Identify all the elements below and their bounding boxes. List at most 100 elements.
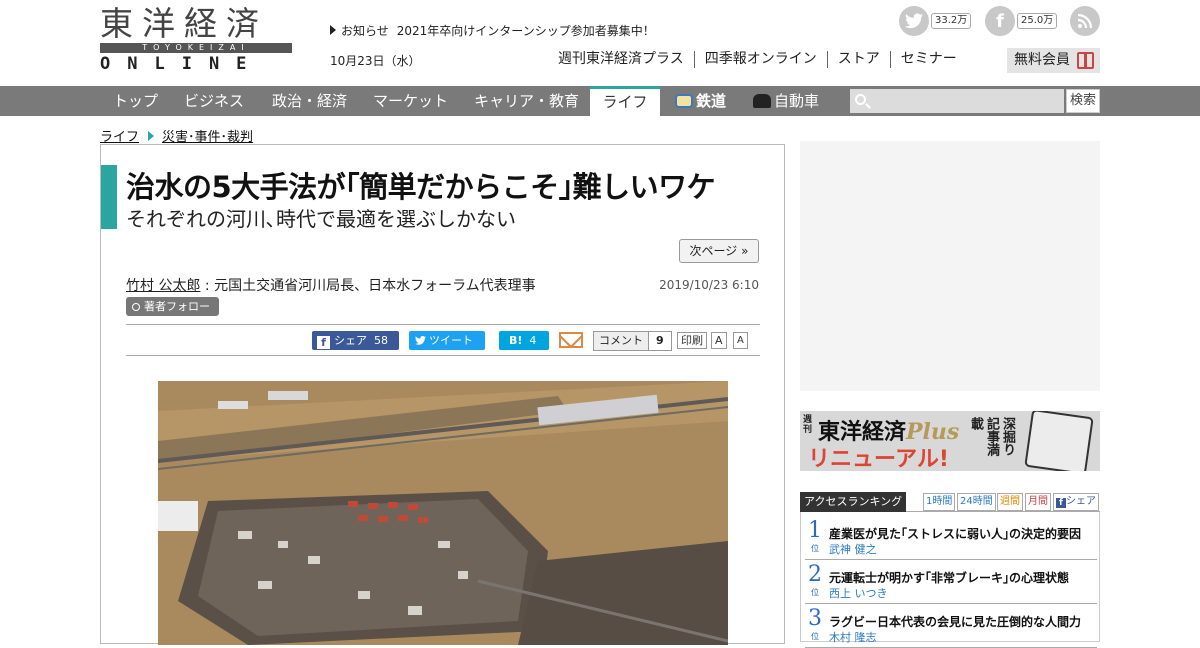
- banner-weekly-label: 週刊: [803, 415, 813, 435]
- ranking-tab-week[interactable]: 週間: [997, 493, 1023, 511]
- search-input[interactable]: [850, 89, 1064, 113]
- nav-railway-label: 鉄道: [696, 92, 727, 110]
- rss-icon[interactable]: [1070, 6, 1100, 36]
- ranking-title: アクセスランキング: [800, 492, 906, 512]
- hatena-count: 4: [529, 334, 537, 347]
- triangle-right-icon: [330, 25, 336, 35]
- member-label: 無料会員: [1014, 52, 1070, 68]
- facebook-icon[interactable]: f: [985, 6, 1015, 36]
- tweet-button[interactable]: ツイート: [409, 331, 485, 350]
- gift-icon: [1077, 52, 1094, 69]
- hatena-bookmark-button[interactable]: B! 4: [499, 331, 549, 350]
- notice-text[interactable]: 2021年卒向けインターンシップ参加者募集中！: [397, 24, 655, 38]
- current-date: 10月23日（水）: [330, 54, 421, 68]
- rank-unit: 位: [811, 632, 819, 641]
- nav-career-education[interactable]: キャリア・教育: [474, 86, 579, 116]
- font-size-small-button[interactable]: A: [733, 332, 748, 349]
- nav-automobile-label: 自動車: [774, 92, 820, 110]
- rank-title[interactable]: ラグビー日本代表の会見に見た圧倒的な人間力: [829, 613, 1081, 630]
- comment-label: コメント: [594, 332, 648, 350]
- ad-slot: [800, 141, 1100, 391]
- car-icon: [753, 94, 771, 108]
- article-subtitle: それぞれの河川､時代で最適を選ぶしかない: [126, 207, 516, 231]
- print-button[interactable]: 印刷: [677, 332, 707, 349]
- share-bar: f シェア 58 ツイート B! 4 コメント 9 印刷 A A: [126, 324, 760, 356]
- subnav-seminar[interactable]: セミナー: [889, 51, 967, 68]
- nav-automobile[interactable]: 自動車: [753, 86, 819, 116]
- nav-politics-economy[interactable]: 政治・経済: [272, 86, 347, 116]
- facebook-follow[interactable]: f 25.0万: [985, 6, 1058, 36]
- header-subnav: 週刊東洋経済プラス 四季報オンライン ストア セミナー: [558, 51, 967, 68]
- person-plus-icon: [132, 303, 140, 311]
- author-line: 竹村 公太郎 : 元国土交通省河川局長、日本水フォーラム代表理事: [126, 275, 536, 295]
- ranking-item[interactable]: 2 位 元運転士が明かす｢非常ブレーキ｣の心理状態 西上 いつき: [805, 560, 1097, 604]
- facebook-share-button[interactable]: f シェア 58: [312, 331, 399, 350]
- breadcrumb-arrow-icon: [148, 131, 155, 141]
- ranking-header: アクセスランキング 1時間 24時間 週間 月間 f シェア: [800, 492, 1100, 512]
- twitter-icon[interactable]: [899, 6, 929, 36]
- facebook-share-label: シェア: [334, 334, 367, 347]
- rss-follow[interactable]: [1070, 6, 1100, 36]
- twitter-bird-icon: [415, 334, 426, 347]
- banner-renewal: リニューアル!: [808, 447, 949, 471]
- logo-romaji-bar: TOYOKEIZAI: [100, 43, 292, 53]
- rank-author[interactable]: 西上 いつき: [829, 585, 888, 601]
- search-icon: [855, 94, 866, 105]
- mail-icon[interactable]: [559, 332, 583, 348]
- facebook-count: 25.0万: [1017, 13, 1058, 29]
- subnav-store[interactable]: ストア: [826, 51, 890, 68]
- nav-top[interactable]: トップ: [113, 86, 158, 116]
- author-title: : 元国土交通省河川局長、日本水フォーラム代表理事: [200, 278, 536, 294]
- ranking-item[interactable]: 3 位 ラグビー日本代表の会見に見た圧倒的な人間力 木村 隆志: [805, 604, 1097, 648]
- facebook-icon: f: [317, 336, 330, 349]
- ranking-tab-1h[interactable]: 1時間: [923, 493, 956, 511]
- nav-railway[interactable]: 鉄道: [675, 86, 726, 116]
- train-icon: [675, 94, 693, 108]
- search-button[interactable]: 検索: [1066, 89, 1100, 113]
- article-box: 治水の5大手法が｢簡単だからこそ｣難しいワケ それぞれの河川､時代で最適を選ぶし…: [100, 144, 785, 645]
- ranking-tab-24h[interactable]: 24時間: [957, 493, 996, 511]
- twitter-follow[interactable]: 33.2万: [899, 6, 972, 36]
- rank-title[interactable]: 元運転士が明かす｢非常ブレーキ｣の心理状態: [829, 569, 1069, 586]
- notice-banner[interactable]: お知らせ 2021年卒向けインターンシップ参加者募集中！: [330, 22, 655, 39]
- rank-number: 3: [808, 606, 822, 631]
- facebook-share-count: 58: [374, 334, 388, 347]
- author-follow-button[interactable]: 著者フォロー: [126, 297, 219, 316]
- rank-unit: 位: [811, 544, 819, 553]
- breadcrumb: ライフ 災害･事件･裁判: [100, 126, 253, 145]
- free-member-button[interactable]: 無料会員: [1007, 48, 1100, 73]
- subnav-weekly-plus[interactable]: 週刊東洋経済プラス: [558, 51, 694, 68]
- banner-tagline: 深掘り記事満載: [968, 417, 1015, 456]
- rank-unit: 位: [811, 588, 819, 597]
- article-title: 治水の5大手法が｢簡単だからこそ｣難しいワケ: [126, 170, 716, 204]
- ranking-item[interactable]: 1 位 産業医が見た｢ストレスに弱い人｣の決定的要因 武神 健之: [805, 516, 1097, 560]
- smartphone-image: [1024, 411, 1094, 471]
- twitter-count: 33.2万: [931, 13, 972, 29]
- logo-kanji: 東洋経済: [100, 4, 268, 43]
- logo-online: ONLINE: [100, 54, 264, 74]
- hatena-icon: B!: [509, 334, 523, 347]
- comment-button[interactable]: コメント 9: [593, 331, 672, 351]
- breadcrumb-disaster[interactable]: 災害･事件･裁判: [162, 130, 253, 145]
- subnav-shikiho[interactable]: 四季報オンライン: [693, 51, 827, 68]
- rank-number: 1: [808, 518, 822, 543]
- weekly-plus-banner[interactable]: 週刊 東洋経済Plus リニューアル! 深掘り記事満載: [800, 411, 1100, 471]
- ranking-tab-month[interactable]: 月間: [1025, 493, 1051, 511]
- font-size-large-button[interactable]: A: [711, 332, 727, 349]
- rank-title[interactable]: 産業医が見た｢ストレスに弱い人｣の決定的要因: [829, 525, 1081, 542]
- rank-author[interactable]: 武神 健之: [829, 541, 877, 557]
- next-page-button[interactable]: 次ページ »: [679, 239, 759, 263]
- site-logo[interactable]: 東洋経済 TOYOKEIZAI ONLINE: [100, 4, 292, 74]
- ranking-tab-share-label: シェア: [1066, 496, 1096, 507]
- nav-market[interactable]: マーケット: [373, 86, 448, 116]
- rank-author[interactable]: 木村 隆志: [829, 629, 877, 645]
- ranking-tab-share[interactable]: f シェア: [1053, 493, 1099, 511]
- nav-business[interactable]: ビジネス: [184, 86, 244, 116]
- tweet-label: ツイート: [429, 334, 473, 347]
- ranking-list: 1 位 産業医が見た｢ストレスに弱い人｣の決定的要因 武神 健之 2 位 元運転…: [800, 512, 1100, 648]
- nav-life[interactable]: ライフ: [590, 86, 660, 116]
- notice-label: お知らせ: [341, 24, 389, 38]
- breadcrumb-life[interactable]: ライフ: [100, 130, 139, 145]
- title-accent-bar: [101, 165, 117, 229]
- author-name[interactable]: 竹村 公太郎: [126, 278, 200, 294]
